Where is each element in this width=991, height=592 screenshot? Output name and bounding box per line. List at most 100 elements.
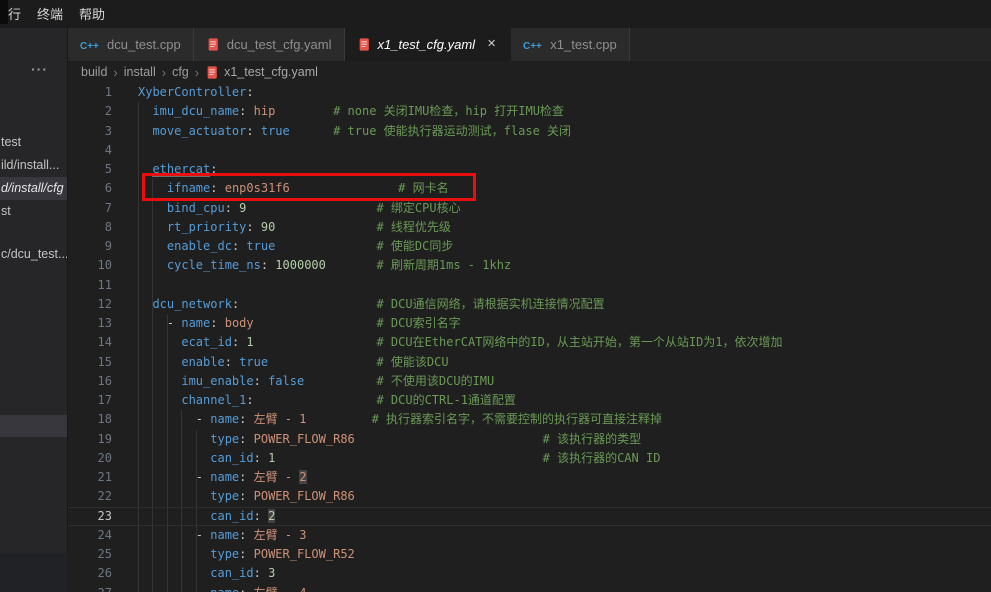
code-token: cycle_time_ns — [167, 258, 261, 272]
line-number[interactable]: 5 — [68, 160, 112, 179]
code-token — [246, 470, 253, 484]
code-line[interactable]: 3 move_actuator: true # true 使能执行器运动测试，f… — [68, 122, 991, 141]
menu-item-帮助[interactable]: 帮助 — [71, 2, 113, 26]
more-actions-icon[interactable]: ··· — [31, 61, 48, 77]
line-number[interactable]: 7 — [68, 199, 112, 218]
code-token — [138, 412, 196, 426]
code-token — [138, 393, 181, 407]
code-token: true — [246, 239, 275, 253]
code-token: - — [196, 586, 210, 592]
line-number[interactable]: 16 — [68, 372, 112, 391]
line-number[interactable]: 19 — [68, 430, 112, 449]
breadcrumb-segment-build[interactable]: build — [81, 65, 107, 79]
code-line[interactable]: 25 type: POWER_FLOW_R52 — [68, 545, 991, 564]
sidebar: ··· testild/install...d/install/cfgst c/d… — [0, 28, 68, 553]
code-text: type: POWER_FLOW_R86 # 该执行器的类型 — [138, 430, 641, 449]
code-text: enable: true # 使能该DCU — [138, 353, 449, 372]
code-token — [304, 374, 376, 388]
tab-dcu_test.cpp[interactable]: C++dcu_test.cpp — [68, 28, 194, 61]
line-number[interactable]: 21 — [68, 468, 112, 487]
code-token: : — [254, 451, 261, 465]
code-line[interactable]: 18 - name: 左臂 - 1 # 执行器索引名字，不需要控制的执行器可直接… — [68, 410, 991, 429]
code-line[interactable]: 23 can_id: 2 — [68, 507, 991, 526]
line-number[interactable]: 23 — [68, 507, 112, 526]
line-number[interactable]: 18 — [68, 410, 112, 429]
line-number[interactable]: 3 — [68, 122, 112, 141]
tab-dcu_test_cfg.yaml[interactable]: dcu_test_cfg.yaml — [194, 28, 345, 61]
code-line[interactable]: 19 type: POWER_FLOW_R86 # 该执行器的类型 — [68, 430, 991, 449]
line-number[interactable]: 8 — [68, 218, 112, 237]
line-number[interactable]: 9 — [68, 237, 112, 256]
code-line[interactable]: 26 can_id: 3 — [68, 564, 991, 583]
yaml-file-icon — [206, 37, 220, 52]
code-line[interactable]: 8 rt_priority: 90 # 线程优先级 — [68, 218, 991, 237]
code-token: 左臂 - 4 — [254, 586, 307, 592]
sidebar-bottom-panel — [0, 553, 67, 592]
line-number[interactable]: 22 — [68, 487, 112, 506]
line-number[interactable]: 15 — [68, 353, 112, 372]
line-number[interactable]: 10 — [68, 256, 112, 275]
code-line[interactable]: 10 cycle_time_ns: 1000000 # 刷新周期1ms - 1k… — [68, 256, 991, 275]
sidebar-list-item[interactable]: test — [0, 131, 67, 154]
line-number[interactable]: 12 — [68, 295, 112, 314]
close-icon[interactable]: ✕ — [485, 37, 498, 52]
code-line[interactable]: 12 dcu_network: # DCU通信网络，请根据实机连接情况配置 — [68, 295, 991, 314]
code-text: channel_1: # DCU的CTRL-1通道配置 — [138, 391, 516, 410]
line-number[interactable]: 6 — [68, 179, 112, 198]
code-line[interactable]: 4 — [68, 141, 991, 160]
code-line[interactable]: 16 imu_enable: false # 不使用该DCU的IMU — [68, 372, 991, 391]
line-number[interactable]: 11 — [68, 276, 112, 295]
line-number[interactable]: 2 — [68, 102, 112, 121]
menubar: 行终端帮助 — [0, 0, 991, 28]
code-line[interactable]: 14 ecat_id: 1 # DCU在EtherCAT网络中的ID，从主站开始… — [68, 333, 991, 352]
code-editor[interactable]: 1 XyberController: 2 imu_dcu_name: hip # n… — [68, 83, 991, 592]
code-line[interactable]: 24 - name: 左臂 - 3 — [68, 526, 991, 545]
sidebar-list-item[interactable]: st — [0, 200, 67, 223]
code-line[interactable]: 11 — [68, 276, 991, 295]
tab-x1_test_cfg.yaml[interactable]: x1_test_cfg.yaml✕ — [345, 28, 512, 61]
code-line[interactable]: 15 enable: true # 使能该DCU — [68, 353, 991, 372]
code-token: can_id — [210, 451, 253, 465]
code-token: name — [181, 316, 210, 330]
code-line[interactable]: 17 channel_1: # DCU的CTRL-1通道配置 — [68, 391, 991, 410]
line-number[interactable]: 27 — [68, 584, 112, 592]
code-token: : — [210, 316, 217, 330]
line-number[interactable]: 1 — [68, 83, 112, 102]
code-text: dcu_network: # DCU通信网络，请根据实机连接情况配置 — [138, 295, 605, 314]
line-number[interactable]: 25 — [68, 545, 112, 564]
sidebar-list-item[interactable]: ild/install... — [0, 154, 67, 177]
line-number[interactable]: 14 — [68, 333, 112, 352]
sidebar-list-item[interactable]: d/install/cfg — [0, 177, 67, 200]
code-token — [261, 451, 268, 465]
line-number[interactable]: 4 — [68, 141, 112, 160]
code-line[interactable]: 7 bind_cpu: 9 # 绑定CPU核心 — [68, 199, 991, 218]
code-line[interactable]: 2 imu_dcu_name: hip # none 关闭IMU检查，hip 打… — [68, 102, 991, 121]
code-token — [275, 239, 376, 253]
line-number[interactable]: 13 — [68, 314, 112, 333]
code-line[interactable]: 13 - name: body # DCU索引名字 — [68, 314, 991, 333]
code-token — [275, 104, 333, 118]
code-token — [355, 432, 543, 446]
tab-x1_test.cpp[interactable]: C++x1_test.cpp — [511, 28, 630, 61]
sidebar-list-item[interactable]: c/dcu_test... — [0, 243, 67, 266]
line-number[interactable]: 20 — [68, 449, 112, 468]
code-line[interactable]: 1XyberController: — [68, 83, 991, 102]
code-line[interactable]: 9 enable_dc: true # 使能DC同步 — [68, 237, 991, 256]
menu-item-终端[interactable]: 终端 — [29, 2, 71, 26]
code-token: name — [210, 412, 239, 426]
code-token — [138, 432, 210, 446]
line-number[interactable]: 17 — [68, 391, 112, 410]
code-line[interactable]: 21 - name: 左臂 - 2 — [68, 468, 991, 487]
line-number[interactable]: 24 — [68, 526, 112, 545]
tab-label: dcu_test_cfg.yaml — [227, 37, 332, 52]
code-line[interactable]: 22 type: POWER_FLOW_R86 — [68, 487, 991, 506]
code-token: XyberController — [138, 85, 246, 99]
sidebar-selected-empty-row[interactable] — [0, 415, 67, 437]
code-line[interactable]: 27 - name: 左臂 - 4 — [68, 584, 991, 592]
line-number[interactable]: 26 — [68, 564, 112, 583]
breadcrumb-segment-cfg[interactable]: cfg — [172, 65, 189, 79]
breadcrumb-segment-install[interactable]: install — [124, 65, 156, 79]
code-line[interactable]: 20 can_id: 1 # 该执行器的CAN ID — [68, 449, 991, 468]
breadcrumb-file[interactable]: x1_test_cfg.yaml — [205, 65, 318, 80]
code-token — [138, 374, 181, 388]
